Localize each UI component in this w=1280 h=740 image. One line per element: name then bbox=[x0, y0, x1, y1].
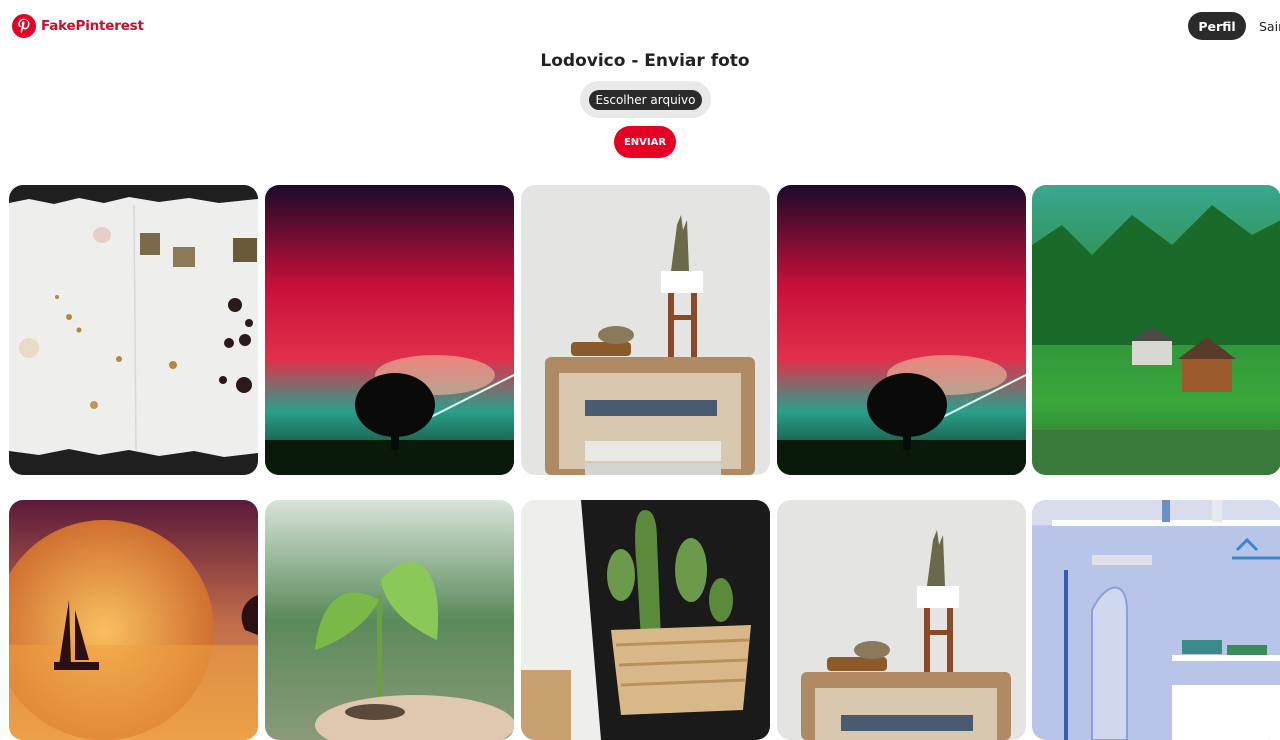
pinterest-logo-icon bbox=[12, 14, 36, 38]
photo-paper-letters[interactable] bbox=[9, 185, 258, 475]
photo-plant-shelf-2[interactable] bbox=[777, 500, 1026, 740]
photo-laundry-room[interactable] bbox=[1032, 500, 1280, 740]
brand-link[interactable]: FakePinterest bbox=[12, 13, 144, 39]
page-title: Lodovico - Enviar foto bbox=[540, 51, 750, 71]
choose-file-button[interactable]: Escolher arquivo bbox=[588, 89, 703, 110]
photo-seedling-hands[interactable] bbox=[265, 500, 514, 740]
photo-plant-shelf[interactable] bbox=[521, 185, 770, 475]
perfil-button[interactable]: Perfil bbox=[1188, 12, 1246, 40]
photo-forest-lake-houses[interactable] bbox=[1032, 185, 1280, 475]
brand-name: FakePinterest bbox=[41, 18, 144, 34]
sair-link[interactable]: Sair bbox=[1259, 19, 1280, 34]
photo-moon-sailboat[interactable] bbox=[9, 500, 258, 740]
file-input[interactable]: Escolher arquivo bbox=[580, 81, 711, 118]
photo-cactus-basket[interactable] bbox=[521, 500, 770, 740]
photo-red-nebula-tree[interactable] bbox=[265, 185, 514, 475]
submit-button[interactable]: ENVIAR bbox=[614, 126, 676, 158]
photo-red-nebula-tree-2[interactable] bbox=[777, 185, 1026, 475]
